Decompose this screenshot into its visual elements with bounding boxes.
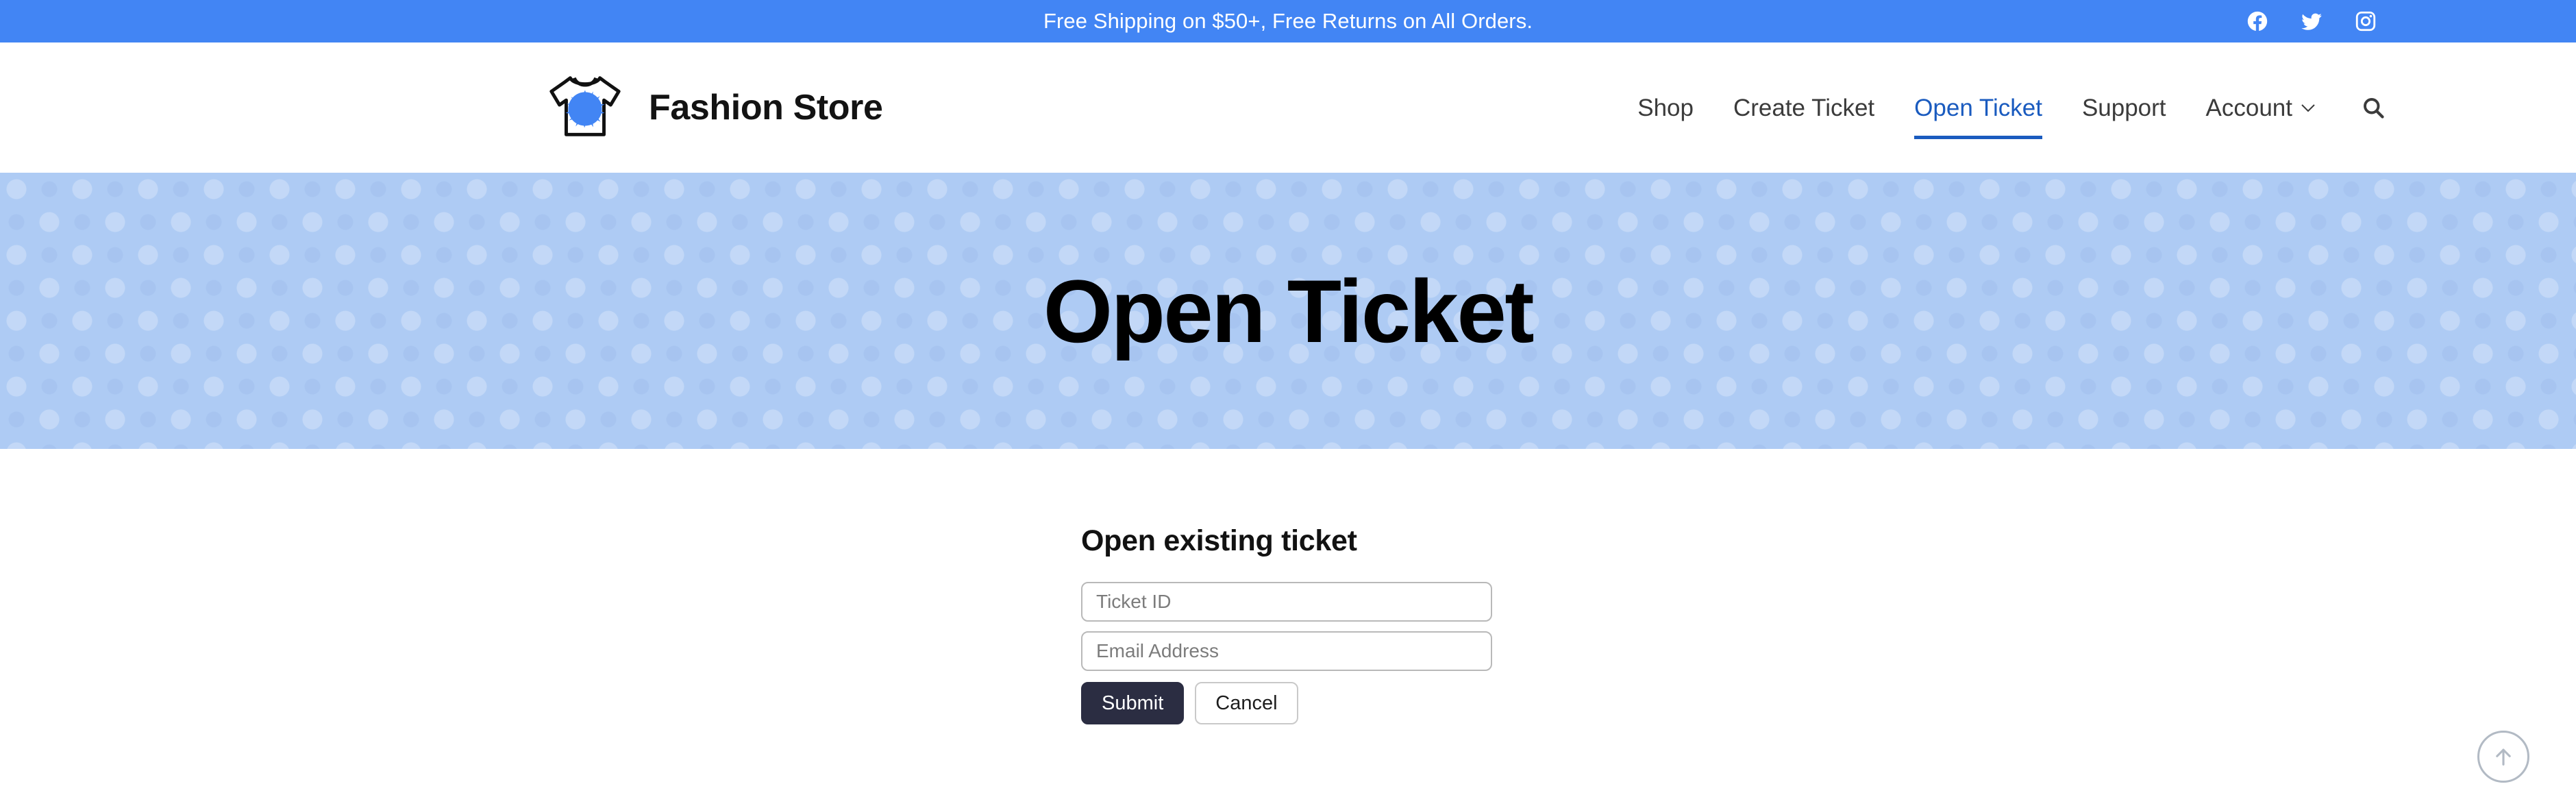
search-icon: [2361, 95, 2386, 120]
twitter-icon[interactable]: [2300, 10, 2323, 33]
ticket-id-input[interactable]: [1081, 582, 1492, 622]
announcement-bar: Free Shipping on $50+, Free Returns on A…: [0, 0, 2576, 42]
main-content: Open existing ticket Submit Cancel: [0, 449, 2576, 806]
scroll-to-top-button[interactable]: [2477, 731, 2529, 783]
announcement-text: Free Shipping on $50+, Free Returns on A…: [1043, 9, 1533, 33]
page-title: Open Ticket: [1043, 260, 1535, 361]
nav-item-label: Shop: [1637, 94, 1694, 121]
search-button[interactable]: [2355, 90, 2391, 125]
nav-item-open-ticket[interactable]: Open Ticket: [1894, 94, 2062, 139]
nav-item-label: Support: [2081, 94, 2166, 121]
nav-item-label: Open Ticket: [1914, 94, 2042, 121]
social-links: [2246, 0, 2377, 42]
main-nav: Shop Create Ticket Open Ticket Support A…: [1618, 90, 2391, 139]
form-actions: Submit Cancel: [1081, 682, 1492, 724]
open-ticket-form: Open existing ticket Submit Cancel: [1081, 524, 1492, 724]
email-address-input[interactable]: [1081, 631, 1492, 671]
instagram-icon[interactable]: [2354, 10, 2377, 33]
cancel-button[interactable]: Cancel: [1195, 682, 1298, 724]
nav-item-account[interactable]: Account: [2186, 96, 2335, 120]
submit-button[interactable]: Submit: [1081, 682, 1185, 724]
nav-item-shop[interactable]: Shop: [1618, 96, 1713, 120]
hero-banner: Open Ticket: [0, 173, 2576, 449]
brand-link[interactable]: Fashion Store: [545, 69, 883, 146]
nav-item-label: Account: [2205, 94, 2292, 121]
nav-item-label: Create Ticket: [1733, 94, 1875, 121]
chevron-down-icon: [2301, 103, 2315, 112]
arrow-up-icon: [2492, 745, 2515, 768]
facebook-icon[interactable]: [2246, 10, 2269, 33]
nav-item-support[interactable]: Support: [2062, 96, 2186, 120]
brand-name: Fashion Store: [649, 88, 883, 127]
site-header: Fashion Store Shop Create Ticket Open Ti…: [0, 42, 2576, 173]
form-heading: Open existing ticket: [1081, 524, 1357, 557]
nav-item-create-ticket[interactable]: Create Ticket: [1713, 96, 1894, 120]
tshirt-paint-splatter-logo: [545, 69, 626, 146]
